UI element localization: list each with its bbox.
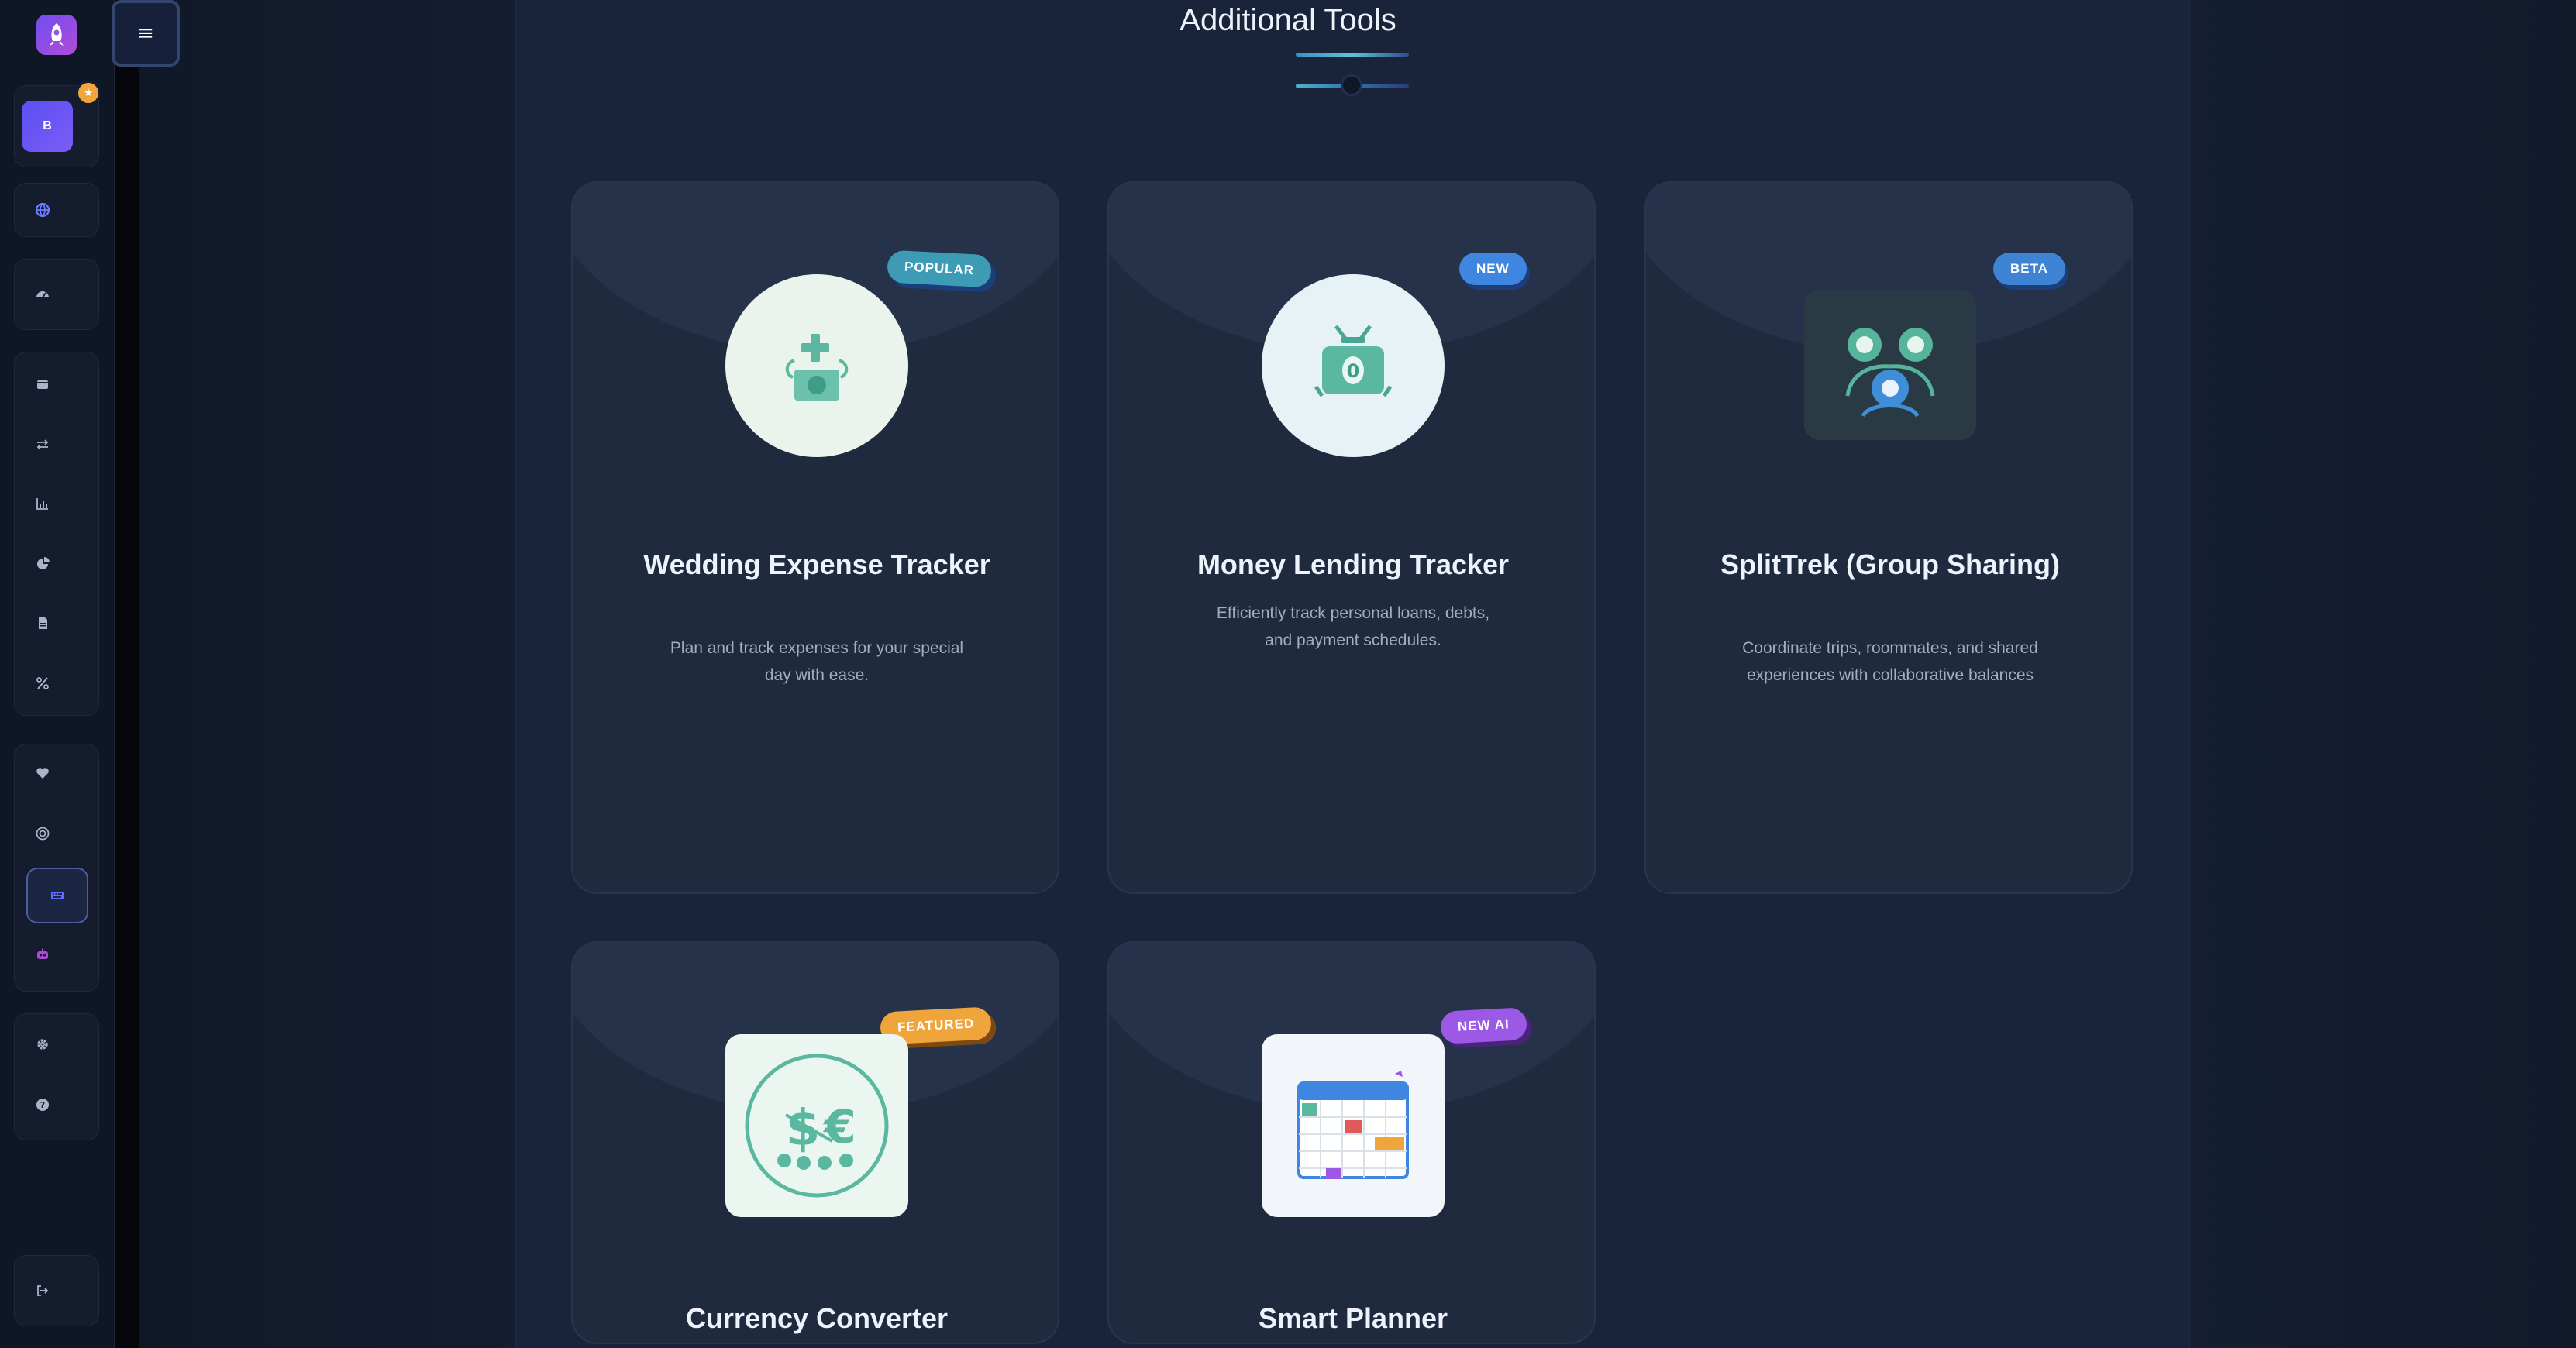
sidebar-item-health[interactable] xyxy=(17,750,68,796)
badge-new: NEW xyxy=(1459,253,1527,285)
sidebar-item-tax[interactable] xyxy=(17,660,68,707)
wedding-money-icon xyxy=(725,274,908,457)
svg-text:€: € xyxy=(822,1100,856,1154)
badge-beta: BETA xyxy=(1993,253,2066,285)
money-bag-glyph: 0 xyxy=(1314,325,1393,397)
section-title: Additional Tools xyxy=(1180,3,1396,37)
target-icon xyxy=(36,827,50,841)
group-users-icon xyxy=(1804,290,1976,440)
card-description: Coordinate trips, roommates, and shared … xyxy=(1742,639,2038,684)
exchange-icon xyxy=(36,439,49,450)
percent-icon xyxy=(36,677,49,689)
pie-chart-icon xyxy=(37,557,50,569)
robot-icon xyxy=(37,948,48,959)
badge-popular: POPULAR xyxy=(886,249,993,288)
card-description: Efficiently track personal loans, debts,… xyxy=(1216,604,1490,649)
sidebar-item-settings[interactable] xyxy=(17,1021,68,1068)
currency-exchange-icon: $ € xyxy=(725,1034,908,1217)
sidebar-item-ai[interactable] xyxy=(17,931,68,978)
avatar-badge-glyph: ★ xyxy=(83,87,94,99)
svg-text:?: ? xyxy=(40,1100,45,1110)
svg-text:$: $ xyxy=(786,1100,821,1157)
sidebar-item-analytics[interactable] xyxy=(17,480,68,527)
card-title: Smart Planner xyxy=(1258,1302,1448,1334)
sidebar-edge xyxy=(115,0,139,1348)
tool-card-smart-planner[interactable]: NEW AI Smart Planner xyxy=(1107,941,1596,1344)
bar-chart-icon xyxy=(36,498,48,510)
currency-exchange-glyph: $ € xyxy=(745,1054,889,1198)
heart-pulse-icon xyxy=(36,768,49,779)
title-slider-handle xyxy=(1341,74,1362,96)
sidebar-item-help[interactable]: ? xyxy=(17,1081,68,1128)
sidebar-item-invoices[interactable] xyxy=(17,600,68,646)
gauge-icon xyxy=(36,291,49,298)
globe-icon xyxy=(35,202,50,218)
money-bag-icon: 0 xyxy=(1262,274,1445,457)
sidebar-item-globe[interactable] xyxy=(17,187,68,233)
card-title: Currency Converter xyxy=(685,1302,949,1334)
sidebar-item-goals[interactable] xyxy=(17,810,68,857)
gear-icon xyxy=(37,1039,48,1050)
sidebar-item-tools[interactable] xyxy=(26,868,88,923)
card-description: Plan and track expenses for your special… xyxy=(670,639,964,684)
keyboard-icon xyxy=(51,892,64,899)
tool-card-splittrek[interactable]: BETA SplitTrek (Group Sharing) Coordinat… xyxy=(1644,181,2133,894)
wallet-icon xyxy=(37,380,48,389)
tool-card-wedding[interactable]: POPULAR Wedding Expense Tracker Plan and… xyxy=(571,181,1059,894)
tool-card-money-lending[interactable]: NEW 0 Money Lending Tracker Efficiently … xyxy=(1107,181,1596,894)
logout-button[interactable] xyxy=(17,1267,68,1314)
star-badge-icon: ★ xyxy=(76,81,101,105)
card-title: Wedding Expense Tracker xyxy=(643,548,990,580)
file-icon xyxy=(39,617,47,629)
sidebar-item-reports[interactable] xyxy=(17,541,68,587)
question-icon: ? xyxy=(36,1099,49,1111)
calendar-icon xyxy=(1262,1034,1445,1217)
tool-card-currency-converter[interactable]: FEATURED $ € Currency Converter xyxy=(571,941,1059,1344)
avatar-initial: B xyxy=(43,119,52,132)
logout-icon xyxy=(37,1285,49,1296)
sidebar-item-transfer[interactable] xyxy=(17,421,68,468)
avatar[interactable]: B xyxy=(22,101,73,152)
badge-new-ai: NEW AI xyxy=(1439,1007,1527,1044)
card-title: SplitTrek (Group Sharing) xyxy=(1720,548,2061,580)
svg-text:0: 0 xyxy=(1347,360,1360,382)
sidebar: B ★ ? xyxy=(0,0,115,1348)
wedding-money-glyph xyxy=(785,334,849,401)
sidebar-item-wallet[interactable] xyxy=(17,361,68,407)
calendar-glyph xyxy=(1297,1071,1409,1179)
card-title: Money Lending Tracker xyxy=(1197,548,1510,580)
group-users-glyph xyxy=(1845,328,1935,418)
title-underline xyxy=(1296,53,1409,57)
sidebar-item-dashboard[interactable] xyxy=(17,271,68,318)
